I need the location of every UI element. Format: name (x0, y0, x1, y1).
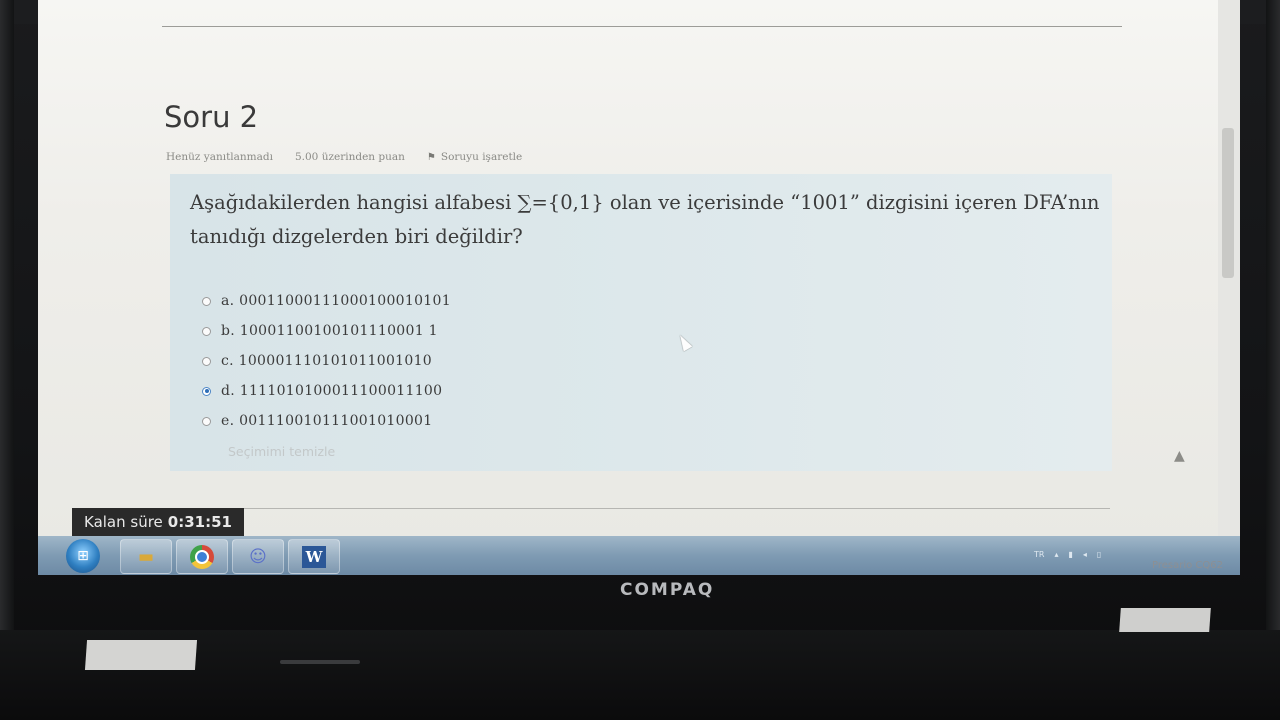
model-label: Presario CQ62 (1152, 560, 1224, 571)
folder-icon[interactable]: ▬ (120, 539, 172, 574)
bezel-right-edge (1266, 0, 1280, 640)
start-button[interactable]: ⊞ (66, 539, 100, 573)
answer-status: Henüz yanıtlanmadı (166, 151, 273, 163)
option-label: d. 1111010100011100011100 (221, 383, 443, 399)
answer-options: a. 00011000111000100010101 b. 1000110010… (202, 286, 451, 436)
radio-button-selected[interactable] (202, 386, 211, 396)
option-b[interactable]: b. 10001100100101110001 1 (202, 316, 451, 346)
network-icon[interactable]: ▮ (1068, 550, 1072, 559)
question-points: 5.00 üzerinden puan (294, 151, 405, 163)
timer-value: 0:31:51 (167, 513, 232, 531)
right-hinge (1119, 608, 1211, 632)
tray-arrow-icon[interactable]: ▴ (1054, 550, 1058, 559)
option-c[interactable]: c. 100001110101011001010 (202, 346, 451, 376)
scrollbar-thumb[interactable] (1222, 128, 1234, 278)
discord-icon[interactable]: ☺ (232, 539, 284, 574)
page-scrollbar[interactable] (1218, 0, 1240, 545)
question-box: Aşağıdakilerden hangisi alfabesi ∑={0,1}… (170, 174, 1112, 471)
battery-icon[interactable]: ▯ (1097, 550, 1101, 559)
laptop-screen: Soru 2 Henüz yanıtlanmadı 5.00 üzerinden… (38, 0, 1240, 575)
radio-button[interactable] (202, 356, 211, 366)
question-meta: Henüz yanıtlanmadı 5.00 üzerinden puan ⚑… (166, 151, 522, 163)
system-tray: TR ▴ ▮ ◂ ▯ (1034, 550, 1101, 559)
radio-button[interactable] (202, 416, 211, 426)
bezel-left-edge (0, 0, 14, 640)
radio-button[interactable] (202, 296, 211, 306)
flag-question-link[interactable]: ⚑ Soruyu işaretle (427, 151, 522, 163)
laptop-base-slot (280, 660, 360, 664)
clear-selection-link[interactable]: Seçimimi temizle (228, 444, 335, 459)
top-divider (162, 26, 1122, 27)
radio-button[interactable] (202, 326, 211, 336)
volume-icon[interactable]: ◂ (1083, 550, 1087, 559)
option-label: c. 100001110101011001010 (221, 353, 432, 369)
option-a[interactable]: a. 00011000111000100010101 (202, 286, 451, 316)
flag-icon: ⚑ (426, 151, 436, 163)
option-label: b. 10001100100101110001 1 (221, 323, 438, 339)
brand-logo: COMPAQ (620, 580, 715, 600)
windows-taskbar: ⊞ ▬ ☺ W TR ▴ ▮ ◂ ▯ (38, 536, 1240, 575)
chrome-icon[interactable] (176, 539, 228, 574)
language-indicator[interactable]: TR (1034, 550, 1044, 559)
timer-label: Kalan süre (84, 513, 163, 531)
option-d[interactable]: d. 1111010100011100011100 (202, 376, 451, 406)
question-text: Aşağıdakilerden hangisi alfabesi ∑={0,1}… (190, 191, 1100, 248)
quiz-page: Soru 2 Henüz yanıtlanmadı 5.00 üzerinden… (38, 0, 1218, 545)
time-remaining-badge: Kalan süre 0:31:51 (72, 508, 244, 536)
windows-logo-icon: ⊞ (77, 548, 89, 564)
option-e[interactable]: e. 001110010111001010001 (202, 406, 451, 436)
word-icon[interactable]: W (288, 539, 340, 574)
flag-question-label: Soruyu işaretle (440, 151, 523, 163)
question-title: Soru 2 (164, 100, 259, 134)
back-to-top-icon[interactable]: ▲ (1174, 448, 1185, 464)
option-label: a. 00011000111000100010101 (221, 293, 451, 309)
left-hinge (84, 640, 198, 670)
bottom-divider (162, 508, 1110, 509)
option-label: e. 001110010111001010001 (221, 413, 433, 429)
